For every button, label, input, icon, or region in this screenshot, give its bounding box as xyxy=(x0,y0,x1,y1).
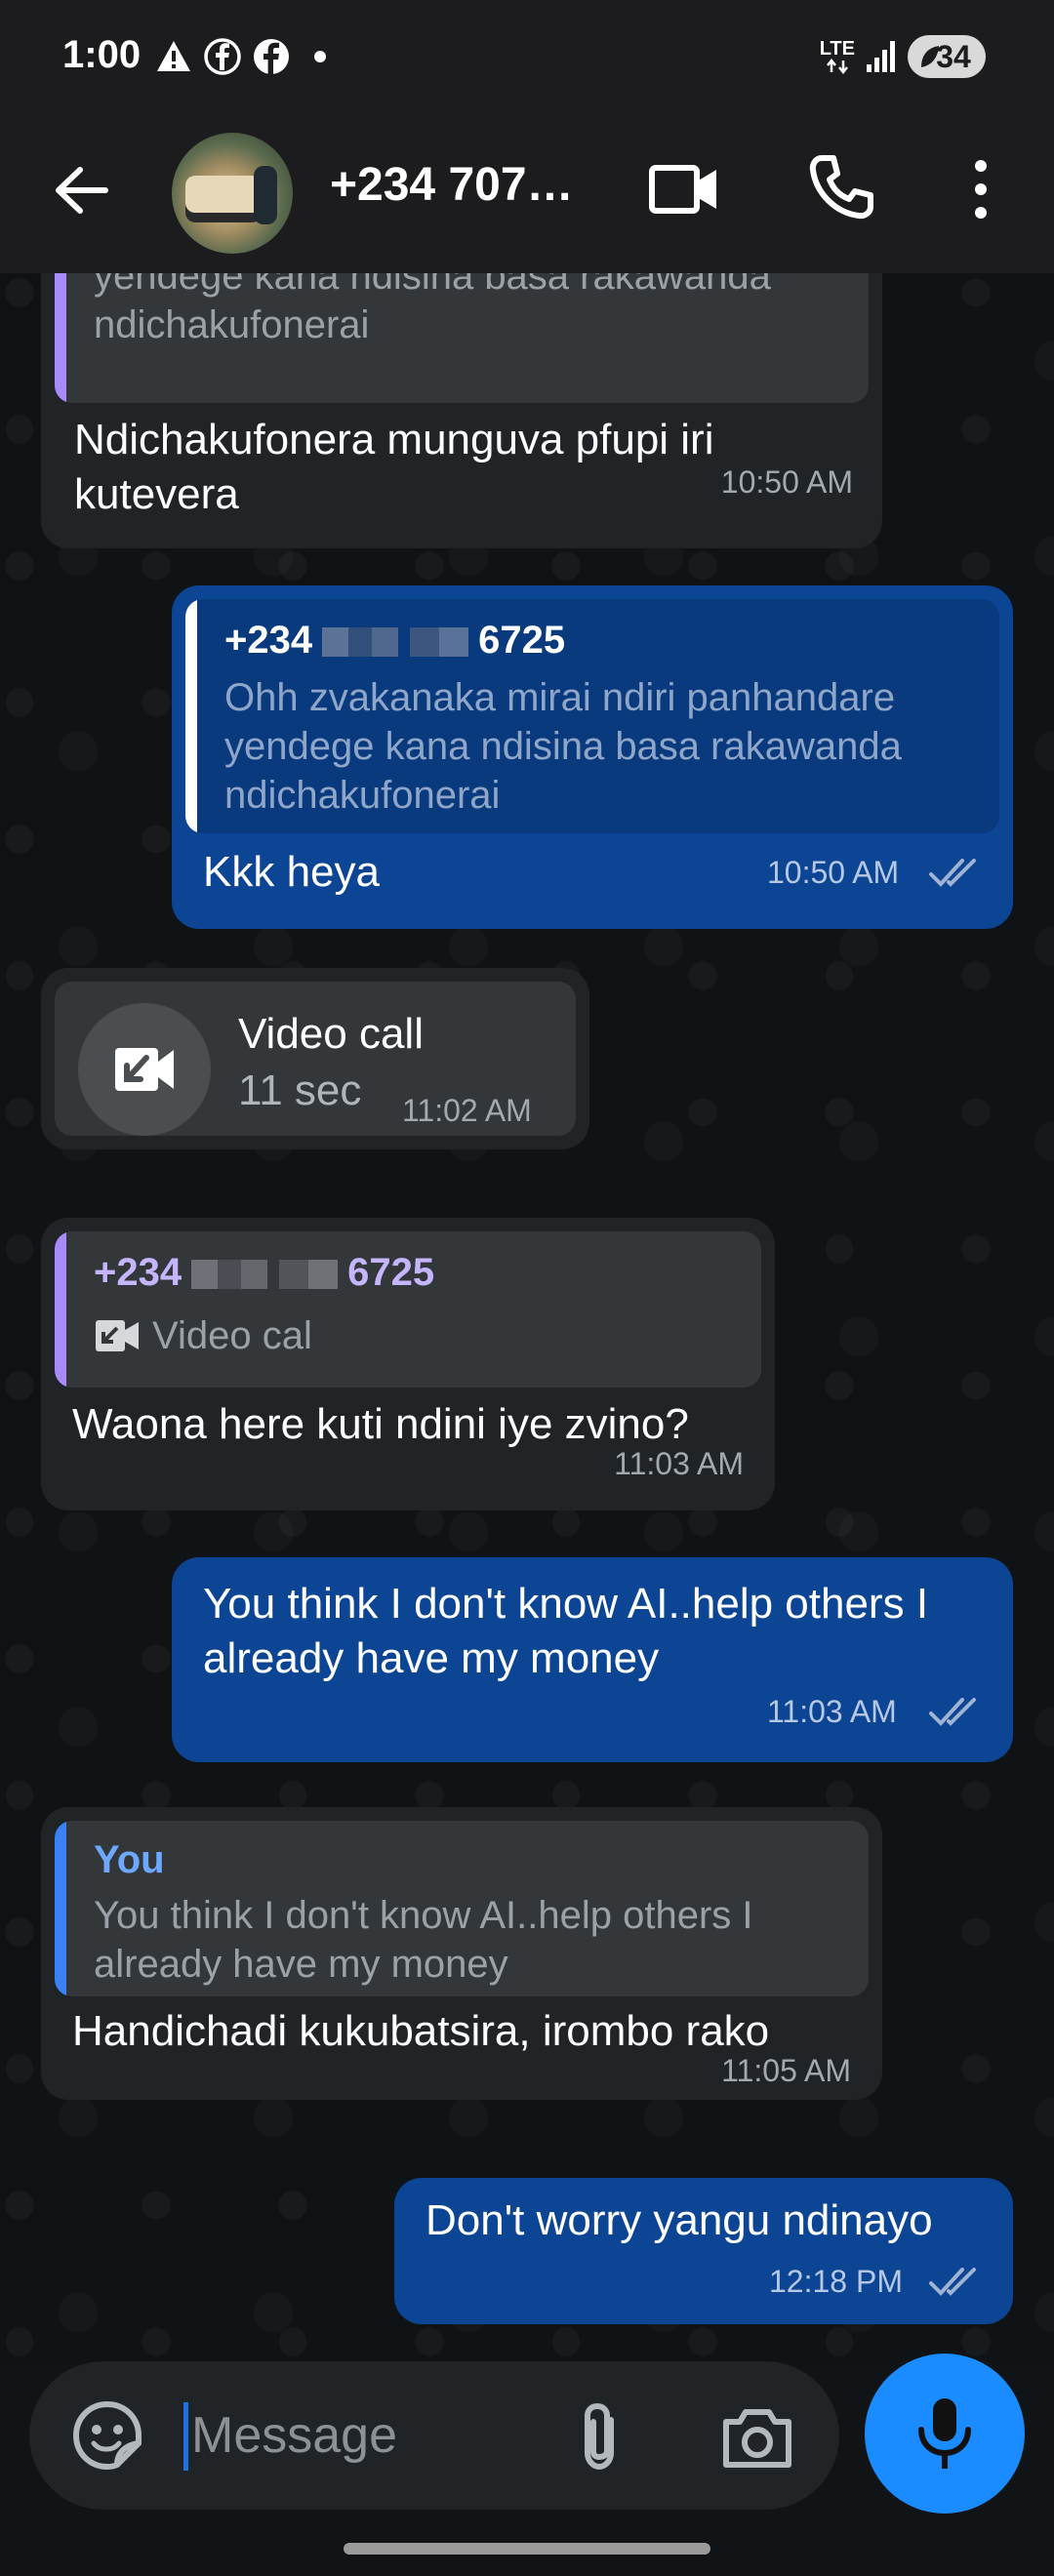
quoted-message[interactable]: +234 6725 Video cal xyxy=(55,1231,761,1388)
message-bubble-incoming[interactable]: +234 6725 Video cal Waona here kuti ndini… xyxy=(41,1218,775,1510)
quoted-sender: +234 6725 xyxy=(224,619,566,662)
message-text: Don't worry yangu ndinayo xyxy=(426,2196,933,2244)
message-time: 11:03 AM xyxy=(614,1446,744,1481)
call-title: Video call xyxy=(238,1010,424,1058)
quoted-message[interactable]: You You think I don't know AI..help othe… xyxy=(55,1821,869,1996)
contact-name[interactable]: +234 707… xyxy=(330,158,574,212)
notification-dot-icon xyxy=(314,51,326,62)
quoted-text: You think I don't know AI..help others I… xyxy=(94,1894,753,1986)
message-composer xyxy=(29,2361,839,2510)
phone-icon[interactable] xyxy=(804,150,878,224)
text-cursor xyxy=(183,2402,188,2471)
battery-indicator: 34 xyxy=(908,35,986,78)
camera-icon[interactable] xyxy=(718,2400,796,2475)
message-bubble-outgoing[interactable]: +234 6725 Ohh zvakanaka mirai ndiri panha… xyxy=(172,585,1013,929)
redacted-number xyxy=(191,1260,339,1290)
facebook-icon xyxy=(254,39,289,74)
data-arrows-icon xyxy=(826,59,848,74)
battery-level: 34 xyxy=(936,38,971,74)
message-input[interactable] xyxy=(191,2400,523,2471)
quoted-message[interactable]: +234 6725 Ohh zvakanaka mirai ndiri panha… xyxy=(185,599,999,833)
lte-indicator: LTE xyxy=(820,39,855,74)
read-receipt-icon xyxy=(929,2268,976,2296)
message-time: 11:05 AM xyxy=(721,2053,851,2088)
attach-icon[interactable] xyxy=(566,2400,634,2475)
sticker-icon[interactable] xyxy=(70,2398,144,2473)
message-time: 12:18 PM xyxy=(769,2264,903,2299)
call-duration: 11 sec xyxy=(238,1067,362,1114)
warning-icon xyxy=(157,41,190,71)
mic-icon xyxy=(918,2398,971,2469)
video-call-icon xyxy=(96,1320,139,1351)
message-bubble-incoming[interactable]: Ohh zvakanaka mirai ndiri panhandare yen… xyxy=(41,273,882,548)
status-notification-icons xyxy=(154,37,326,76)
read-receipt-icon xyxy=(929,859,976,887)
back-arrow-icon[interactable] xyxy=(47,156,115,224)
quoted-sender: You xyxy=(94,1838,165,1881)
status-system-icons: LTE 34 xyxy=(820,35,986,78)
message-time: 11:02 AM xyxy=(402,1093,532,1128)
video-call-icon-circle xyxy=(78,1003,211,1136)
quoted-text: Video cal xyxy=(152,1314,312,1357)
message-bubble-outgoing[interactable]: Don't worry yangu ndinayo 12:18 PM xyxy=(394,2178,1013,2324)
battery-saver-icon xyxy=(921,46,939,67)
quoted-message[interactable]: Ohh zvakanaka mirai ndiri panhandare yen… xyxy=(55,273,869,403)
facebook-icon xyxy=(204,38,241,75)
avatar[interactable] xyxy=(172,133,293,254)
more-vert-icon[interactable] xyxy=(956,152,1005,226)
message-time: 11:03 AM xyxy=(767,1694,897,1729)
home-indicator[interactable] xyxy=(344,2543,710,2555)
message-text: You think I don't know AI..help others I… xyxy=(203,1580,929,1682)
read-receipt-icon xyxy=(929,1698,976,1726)
signal-icon xyxy=(867,41,895,72)
video-camera-icon[interactable] xyxy=(648,152,722,226)
chat-header: +234 707… xyxy=(0,117,1054,273)
message-text: Waona here kuti ndini iye zvino? xyxy=(72,1400,689,1448)
message-time: 10:50 AM xyxy=(720,464,853,500)
message-time: 10:50 AM xyxy=(767,855,900,890)
redacted-number xyxy=(322,627,469,658)
voice-record-button[interactable] xyxy=(865,2354,1025,2514)
status-time: 1:00 xyxy=(62,33,142,76)
missed-video-call-icon xyxy=(115,1048,174,1091)
status-bar: 1:00 LTE 34 xyxy=(0,0,1054,117)
message-list[interactable]: Ohh zvakanaka mirai ndiri panhandare yen… xyxy=(0,273,1054,2361)
quoted-text: Ohh zvakanaka mirai ndiri panhandare yen… xyxy=(94,273,771,346)
quoted-sender: +234 6725 xyxy=(94,1251,435,1294)
message-bubble-outgoing[interactable]: You think I don't know AI..help others I… xyxy=(172,1557,1013,1762)
message-text: Handichadi kukubatsira, irombo rako xyxy=(72,2007,770,2055)
quoted-text: Ohh zvakanaka mirai ndiri panhandare yen… xyxy=(224,676,902,817)
message-bubble-incoming[interactable]: You You think I don't know AI..help othe… xyxy=(41,1807,882,2100)
